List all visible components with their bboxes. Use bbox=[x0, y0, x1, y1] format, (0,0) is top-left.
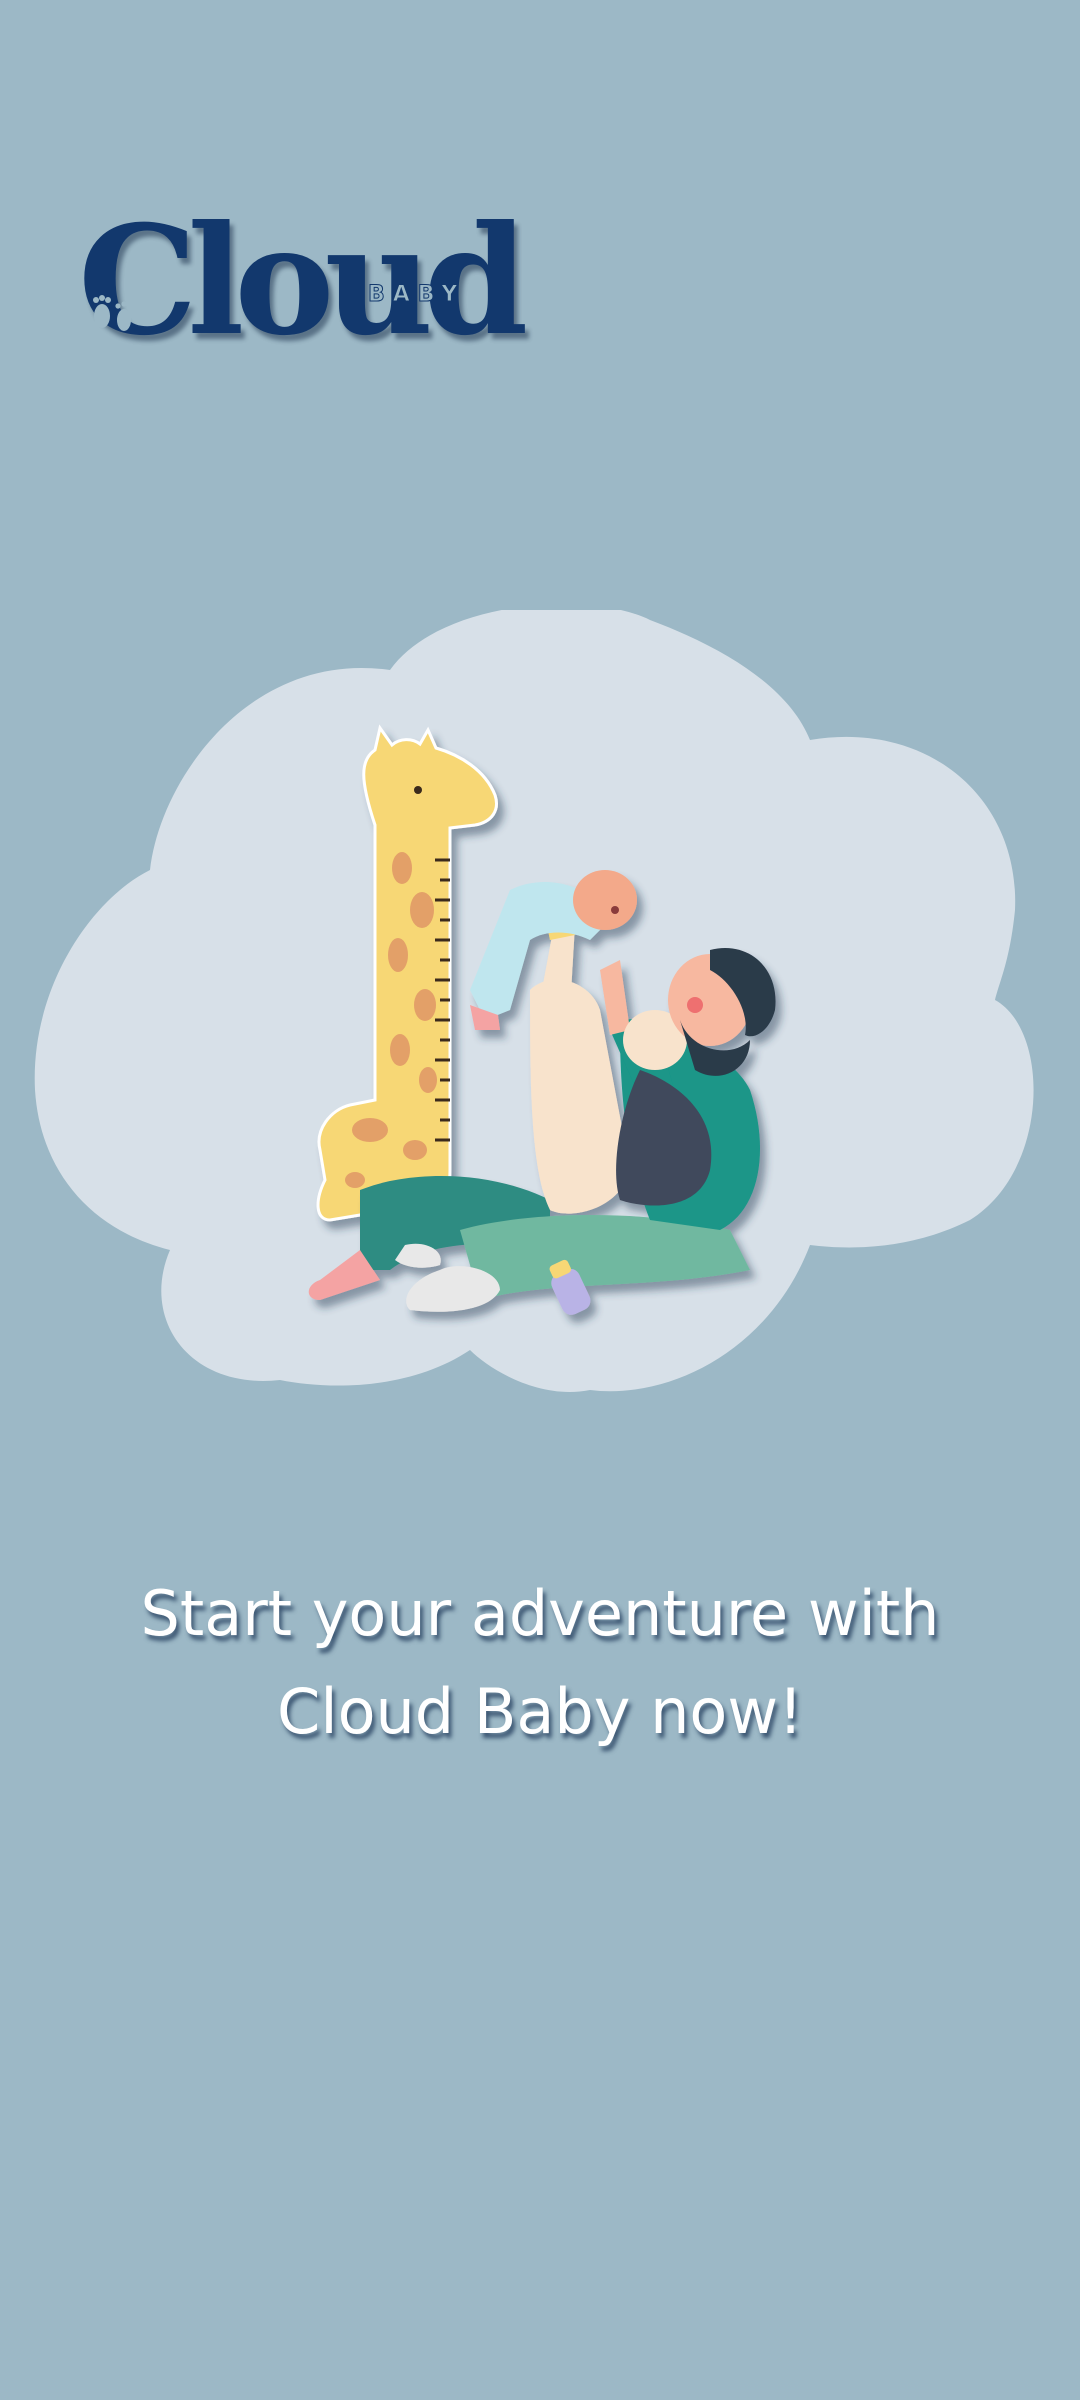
tagline: Start your adventure with Cloud Baby now… bbox=[60, 1565, 1020, 1761]
tagline-line-1: Start your adventure with bbox=[140, 1577, 940, 1650]
tagline-line-2: Cloud Baby now! bbox=[277, 1675, 803, 1748]
app-logo: Cloud BABY bbox=[78, 206, 528, 362]
logo-wordmark: Cloud bbox=[78, 193, 528, 369]
hero-illustration bbox=[30, 610, 1050, 1400]
logo-subtitle: BABY bbox=[367, 282, 466, 308]
splash-screen: Cloud BABY Start your adventure with Clo… bbox=[0, 0, 1080, 2400]
footprints-icon bbox=[93, 295, 133, 331]
